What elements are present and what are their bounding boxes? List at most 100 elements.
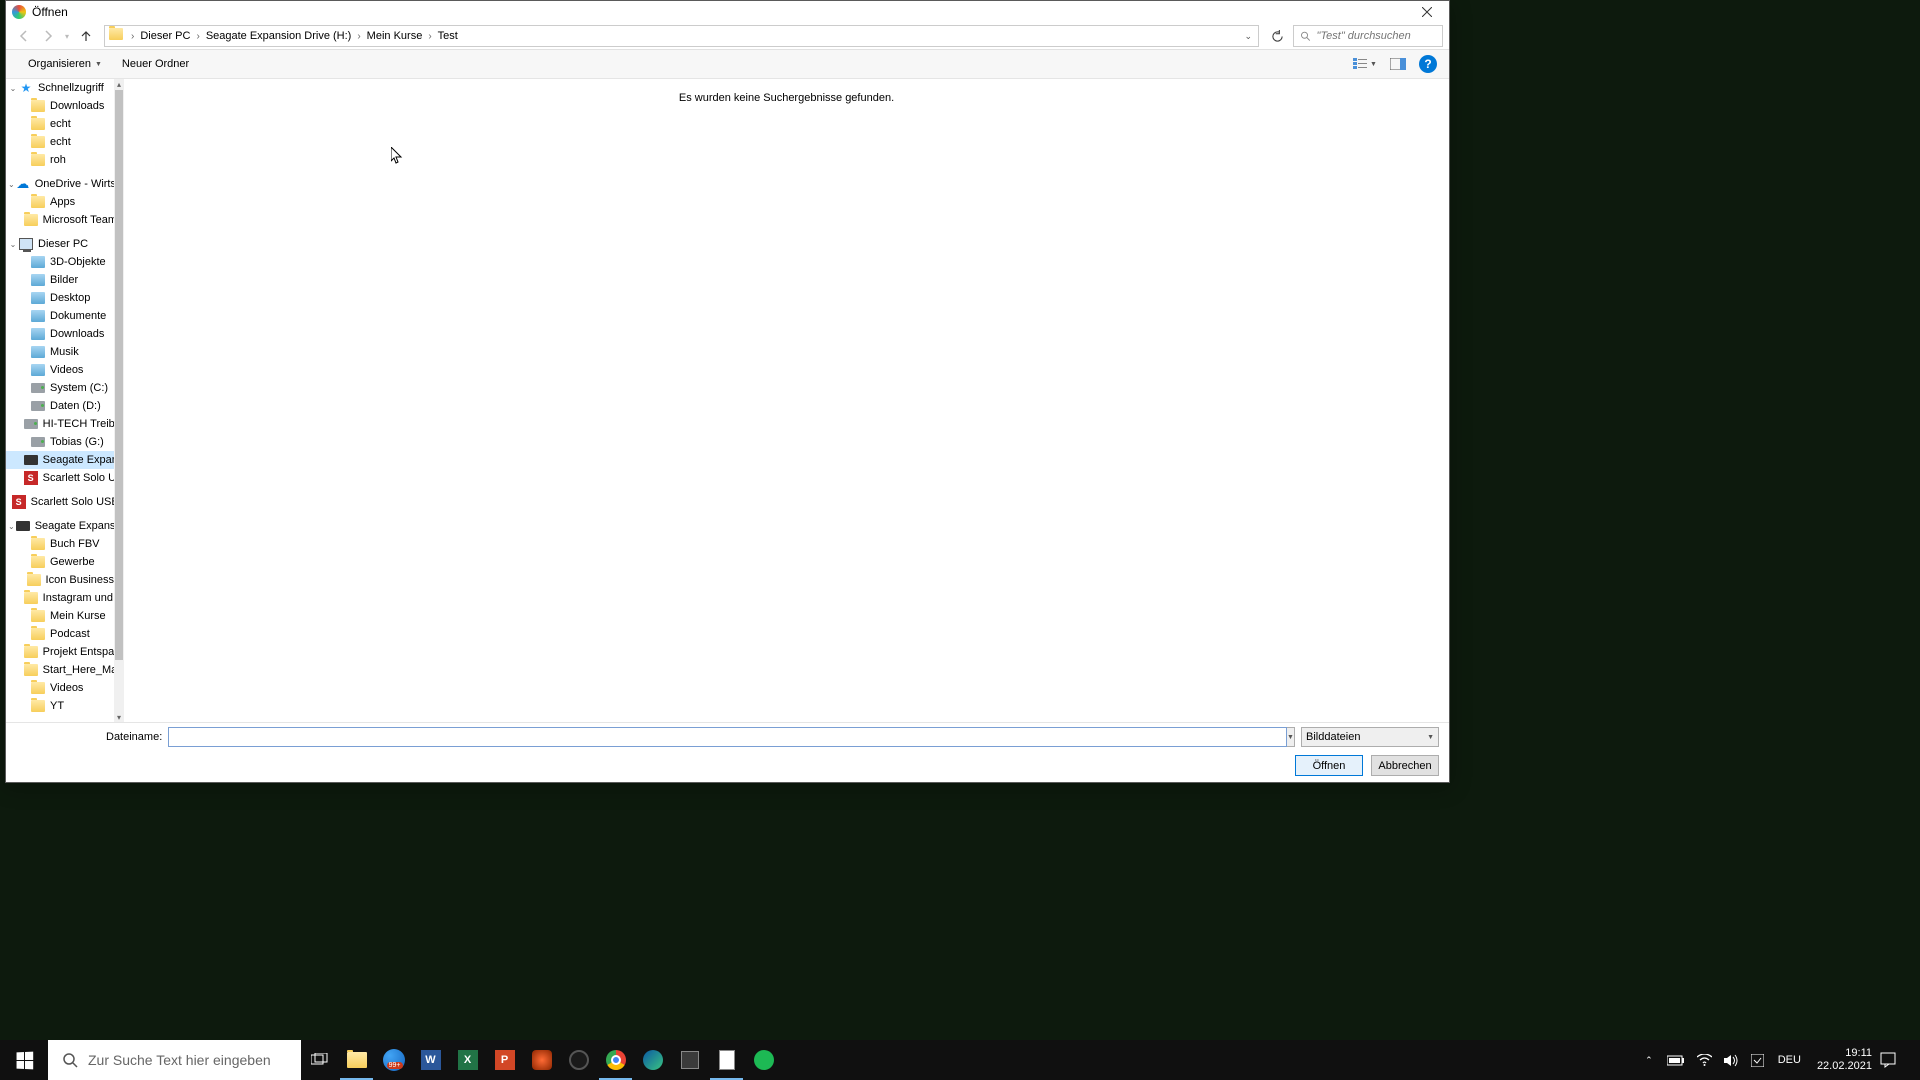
tree-item[interactable]: ›echt	[6, 133, 114, 151]
start-button[interactable]	[0, 1040, 48, 1080]
tree-item[interactable]: ›Instagram und T	[6, 589, 114, 607]
preview-pane-button[interactable]	[1385, 53, 1411, 75]
tree-item[interactable]: ›Downloads	[6, 325, 114, 343]
close-button[interactable]	[1404, 1, 1449, 23]
file-list-area[interactable]: Es wurden keine Suchergebnisse gefunden.	[124, 79, 1449, 722]
lib-icon	[30, 362, 46, 378]
filename-dropdown[interactable]: ▼	[1287, 727, 1295, 747]
tree-item[interactable]: ⌄★Schnellzugriff	[6, 79, 114, 97]
tree-item[interactable]: ›HI-TECH Treiber	[6, 415, 114, 433]
excel-app[interactable]: X	[449, 1040, 486, 1080]
scroll-down-icon[interactable]: ▾	[114, 712, 124, 722]
tree-item[interactable]: ⌄Dieser PC	[6, 235, 114, 253]
expand-icon[interactable]: ⌄	[8, 84, 18, 93]
tree-item[interactable]: ›Gewerbe	[6, 553, 114, 571]
tree-item[interactable]: ›Daten (D:)	[6, 397, 114, 415]
expand-icon[interactable]: ⌄	[8, 240, 18, 249]
tree-item[interactable]: ›Start_Here_Mac.	[6, 661, 114, 679]
tree-item[interactable]: ›3D-Objekte	[6, 253, 114, 271]
chevron-down-icon[interactable]: ▼	[1370, 61, 1382, 68]
tree-item[interactable]: ›Projekt Entspann	[6, 643, 114, 661]
cancel-button[interactable]: Abbrechen	[1371, 755, 1439, 776]
tree-item[interactable]: ⌄☁OneDrive - Wirtsc	[6, 175, 114, 193]
filename-input[interactable]	[168, 727, 1287, 747]
filetype-select[interactable]: Bilddateien ▼	[1301, 727, 1439, 747]
recent-button[interactable]: ▾	[60, 25, 74, 47]
address-bar[interactable]: › Dieser PC › Seagate Expansion Drive (H…	[104, 25, 1259, 47]
crumb-drive[interactable]: Seagate Expansion Drive (H:)	[204, 30, 354, 42]
tree-item[interactable]: ›Downloads	[6, 97, 114, 115]
up-button[interactable]	[74, 25, 98, 47]
search-box[interactable]	[1293, 25, 1443, 47]
spotify-app[interactable]	[745, 1040, 782, 1080]
crumb-folder1[interactable]: Mein Kurse	[365, 30, 425, 42]
tree-item[interactable]: ›System (C:)	[6, 379, 114, 397]
crumb-pc[interactable]: Dieser PC	[138, 30, 192, 42]
chevron-right-icon[interactable]: ›	[192, 31, 203, 42]
crumb-folder2[interactable]: Test	[436, 30, 460, 42]
view-mode-button[interactable]: ▼	[1349, 53, 1383, 75]
battery-icon[interactable]	[1661, 1055, 1691, 1066]
back-button[interactable]	[12, 25, 36, 47]
new-folder-button[interactable]: Neuer Ordner	[112, 55, 199, 73]
notifications-button[interactable]	[1880, 1052, 1920, 1068]
search-input[interactable]	[1317, 30, 1436, 42]
taskbar-search[interactable]: Zur Suche Text hier eingeben	[48, 1040, 301, 1080]
scroll-up-icon[interactable]: ▴	[114, 79, 124, 89]
tree-item[interactable]: ›Videos	[6, 679, 114, 697]
tree-item[interactable]: ›Microsoft Teams	[6, 211, 114, 229]
edge-legacy-app[interactable]: 99+	[375, 1040, 412, 1080]
tree-item[interactable]: ›roh	[6, 151, 114, 169]
tree-item[interactable]: ›echt	[6, 115, 114, 133]
tree-item[interactable]: ›Dokumente	[6, 307, 114, 325]
powerpoint-app[interactable]: P	[486, 1040, 523, 1080]
address-dropdown[interactable]: ⌄	[1244, 31, 1256, 42]
tray-overflow[interactable]: ⌃	[1637, 1055, 1661, 1066]
tree-item[interactable]: ⌄Seagate Expansion	[6, 517, 114, 535]
forward-button[interactable]	[36, 25, 60, 47]
chevron-right-icon[interactable]: ›	[353, 31, 364, 42]
tree-item[interactable]: ›SScarlett Solo USB	[6, 469, 114, 487]
app-brave[interactable]	[523, 1040, 560, 1080]
tree-item[interactable]: ›Podcast	[6, 625, 114, 643]
expand-icon[interactable]: ⌄	[8, 522, 15, 531]
obs-app[interactable]	[560, 1040, 597, 1080]
word-app[interactable]: W	[412, 1040, 449, 1080]
language-indicator[interactable]: DEU	[1770, 1054, 1809, 1066]
expand-icon[interactable]: ⌄	[8, 180, 15, 189]
tree-item[interactable]: ›YT	[6, 697, 114, 715]
chrome-app[interactable]	[597, 1040, 634, 1080]
tree-item[interactable]: ›Bilder	[6, 271, 114, 289]
folder-icon	[23, 212, 39, 228]
help-button[interactable]: ?	[1419, 55, 1437, 73]
clock[interactable]: 19:11 22.02.2021	[1809, 1047, 1880, 1073]
tree-item[interactable]: ›Videos	[6, 361, 114, 379]
scroll-thumb[interactable]	[115, 90, 123, 660]
tree-item[interactable]: ›Icon Business	[6, 571, 114, 589]
tree-item[interactable]: ›Desktop	[6, 289, 114, 307]
app-tray-icon[interactable]	[1745, 1054, 1770, 1067]
open-button[interactable]: Öffnen	[1295, 755, 1363, 776]
organize-menu[interactable]: Organisieren ▼	[18, 55, 112, 73]
folder-icon	[347, 1052, 367, 1068]
tree-item[interactable]: ›Buch FBV	[6, 535, 114, 553]
tree-item[interactable]: ›Musik	[6, 343, 114, 361]
app-generic2[interactable]	[708, 1040, 745, 1080]
chevron-right-icon[interactable]: ›	[127, 31, 138, 42]
volume-icon[interactable]	[1718, 1054, 1745, 1067]
explorer-app[interactable]	[338, 1040, 375, 1080]
tree-item[interactable]: ›Mein Kurse	[6, 607, 114, 625]
cloud-icon: ☁	[15, 176, 31, 192]
app-generic1[interactable]	[671, 1040, 708, 1080]
chevron-right-icon[interactable]: ›	[424, 31, 435, 42]
tree-item[interactable]: ›SScarlett Solo USB	[6, 493, 114, 511]
tree-item[interactable]: ›Tobias (G:)	[6, 433, 114, 451]
tree-scrollbar[interactable]: ▴ ▾	[114, 79, 124, 722]
tree-item[interactable]: ›Apps	[6, 193, 114, 211]
tree-item-label: Schnellzugriff	[38, 82, 104, 94]
wifi-icon[interactable]	[1691, 1054, 1718, 1066]
task-view-button[interactable]	[301, 1040, 338, 1080]
edge-app[interactable]	[634, 1040, 671, 1080]
refresh-button[interactable]	[1265, 25, 1289, 47]
tree-item[interactable]: ›Seagate Expansi	[6, 451, 114, 469]
